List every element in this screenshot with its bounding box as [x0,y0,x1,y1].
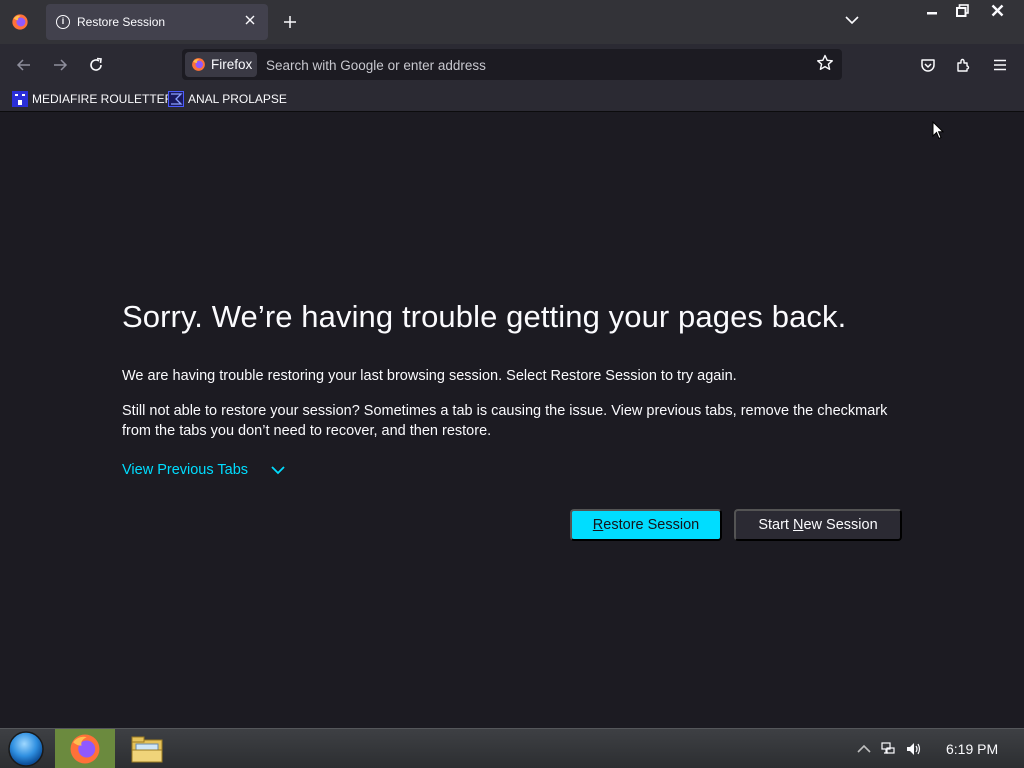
mediafire-icon [12,91,28,107]
identity-box[interactable]: Firefox [185,52,257,77]
description-text: We are having trouble restoring your las… [122,368,737,384]
new-tab-button[interactable] [280,10,300,34]
minimize-button[interactable] [917,0,947,20]
app-menu-button[interactable] [986,51,1014,79]
minimize-icon [927,12,937,15]
tab-close-button[interactable] [242,12,258,28]
reload-icon [90,57,102,71]
identity-label: Firefox [211,57,253,72]
clock[interactable]: 6:19 PM [946,741,998,757]
pocket-icon [921,59,935,72]
firefox-icon [12,14,28,30]
forward-button[interactable] [46,51,74,79]
extensions-button[interactable] [950,51,978,79]
close-icon [991,4,1003,16]
bookmark-label: MEDIAFIRE ROULETTER [32,92,174,106]
network-tray-button[interactable] [880,741,896,757]
url-bar[interactable]: Firefox [182,49,842,80]
chevron-down-icon [845,16,859,25]
back-icon [16,59,30,71]
start-new-session-button[interactable]: Start New Session [734,509,902,541]
info-icon: i [56,15,70,29]
chevron-up-icon [857,744,871,753]
restore-accelerator: R [592,517,604,533]
address-input[interactable] [266,55,806,75]
view-previous-tabs-toggle[interactable]: View Previous Tabs [122,462,286,478]
bookmark-star-button[interactable] [816,54,836,74]
bookmark-item-mediafire[interactable]: MEDIAFIRE ROULETTER [12,89,173,109]
new-session-label-pre: Start [758,517,793,533]
volume-tray-button[interactable] [904,741,922,757]
start-button[interactable] [6,731,46,767]
close-icon [245,15,255,25]
restore-window-button[interactable] [947,0,977,20]
firefox-view-button[interactable] [8,10,32,34]
tab-strip: i Restore Session [0,0,1024,44]
back-button[interactable] [10,51,38,79]
menu-icon [994,59,1006,71]
bookmarks-toolbar: MEDIAFIRE ROULETTER ANAL PROLAPSE [0,86,1024,112]
bookmark-item-second[interactable]: ANAL PROLAPSE [168,89,287,109]
sigma-icon [168,91,184,107]
tab-restore-session[interactable]: i Restore Session [46,4,268,40]
volume-icon [906,743,920,755]
list-all-tabs-button[interactable] [844,12,864,32]
mouse-cursor-icon [932,121,944,140]
firefox-icon [70,734,100,764]
restore-icon [955,3,969,17]
close-window-button[interactable] [982,0,1012,20]
start-orb-icon [8,731,44,767]
restore-label: estore Session [603,517,700,533]
view-previous-tabs-label: View Previous Tabs [122,462,249,478]
star-icon [817,54,833,70]
page-content: Sorry. We’re having trouble getting your… [0,113,1024,728]
taskbar: 6:19 PM [0,728,1024,768]
network-icon [881,742,895,754]
help-text: Still not able to restore your session? … [122,403,888,439]
show-hidden-icons-button[interactable] [856,741,872,757]
page-title: Sorry. We’re having trouble getting your… [122,299,847,334]
reload-button[interactable] [82,51,110,79]
firefox-icon [192,58,205,71]
taskbar-firefox-button[interactable] [55,729,115,768]
pocket-button[interactable] [914,51,942,79]
extensions-icon [957,58,970,72]
tab-title: Restore Session [77,15,166,29]
restore-session-button[interactable]: Restore Session [570,509,722,541]
bookmark-label: ANAL PROLAPSE [188,92,287,106]
taskbar-explorer-button[interactable] [122,729,172,768]
new-session-label-rest: ew Session [803,517,878,533]
navigation-toolbar: Firefox [0,44,1024,86]
plus-icon [284,16,296,28]
chevron-down-icon [271,466,285,475]
forward-icon [54,59,68,71]
new-session-accelerator: N [793,517,804,533]
folder-icon [131,736,163,763]
